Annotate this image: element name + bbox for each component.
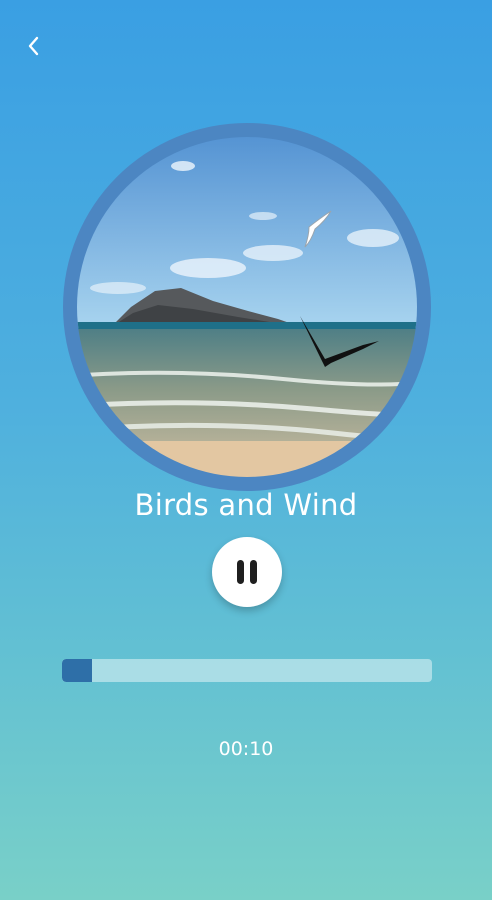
album-artwork xyxy=(63,123,431,491)
pause-button[interactable] xyxy=(212,537,282,607)
player-screen: Birds and Wind 00:10 xyxy=(0,0,492,900)
track-title: Birds and Wind xyxy=(134,488,358,522)
beach-birds-artwork xyxy=(77,137,417,477)
elapsed-time: 00:10 xyxy=(218,738,274,760)
back-button[interactable] xyxy=(18,30,50,62)
pause-icon xyxy=(237,560,257,584)
chevron-left-icon xyxy=(28,36,39,56)
progress-fill xyxy=(62,659,92,682)
progress-bar[interactable] xyxy=(62,659,432,682)
